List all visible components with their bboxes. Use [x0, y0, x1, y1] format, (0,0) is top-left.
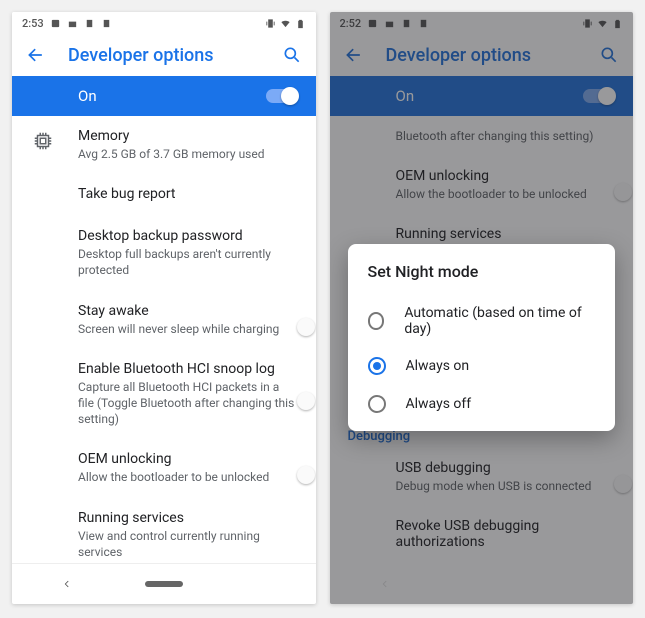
wifi-icon [280, 18, 291, 29]
item-subtitle: Avg 2.5 GB of 3.7 GB memory used [78, 146, 298, 162]
item-subtitle: Desktop full backups aren't currently pr… [78, 246, 298, 278]
status-icon [67, 18, 78, 29]
settings-item[interactable]: Enable Bluetooth HCI snoop log Capture al… [12, 349, 316, 440]
radio-button[interactable] [368, 395, 386, 413]
dialog-option[interactable]: Always on [368, 347, 596, 385]
master-toggle-label: On [78, 87, 97, 105]
item-title: Desktop backup password [78, 228, 298, 244]
clock: 2:53 [22, 17, 44, 30]
dialog-title: Set Night mode [368, 262, 596, 281]
phone-left: 2:53 Developer options On Memory Avg 2.5 … [12, 12, 316, 604]
back-arrow-icon[interactable] [26, 45, 46, 65]
item-title: Take bug report [78, 186, 298, 202]
master-switch[interactable] [266, 89, 298, 103]
option-label: Always off [406, 396, 472, 412]
item-title: OEM unlocking [78, 451, 298, 467]
battery-icon [295, 18, 306, 29]
status-icon [84, 18, 95, 29]
item-title: Memory [78, 128, 298, 144]
settings-item[interactable]: Take bug report [12, 174, 316, 216]
toolbar: Developer options [12, 34, 316, 76]
settings-item[interactable]: Stay awake Screen will never sleep while … [12, 291, 316, 349]
item-title: Stay awake [78, 303, 298, 319]
item-subtitle: Screen will never sleep while charging [78, 321, 298, 337]
item-subtitle: View and control currently running servi… [78, 528, 298, 560]
status-icon [101, 18, 112, 29]
night-mode-dialog: Set Night mode Automatic (based on time … [348, 244, 616, 431]
settings-item[interactable]: Memory Avg 2.5 GB of 3.7 GB memory used [12, 116, 316, 174]
item-title: Running services [78, 510, 298, 526]
item-title: Enable Bluetooth HCI snoop log [78, 361, 298, 377]
phone-right: 2:52 Developer options On Bluetooth afte… [330, 12, 634, 604]
status-icon [50, 18, 61, 29]
settings-item[interactable]: Desktop backup password Desktop full back… [12, 216, 316, 290]
option-label: Always on [406, 358, 470, 374]
nav-back-icon[interactable] [62, 579, 72, 589]
search-icon[interactable] [282, 45, 302, 65]
settings-item[interactable]: Running services View and control current… [12, 498, 316, 564]
nav-home-pill[interactable] [145, 581, 183, 587]
status-bar: 2:53 [12, 12, 316, 34]
radio-button[interactable] [368, 357, 386, 375]
option-label: Automatic (based on time of day) [404, 305, 595, 337]
radio-button[interactable] [368, 312, 385, 330]
memory-icon [32, 130, 54, 152]
dialog-option[interactable]: Always off [368, 385, 596, 423]
master-toggle-bar[interactable]: On [12, 76, 316, 116]
dialog-option[interactable]: Automatic (based on time of day) [368, 295, 596, 347]
item-subtitle: Allow the bootloader to be unlocked [78, 469, 298, 485]
item-subtitle: Capture all Bluetooth HCI packets in a f… [78, 379, 298, 428]
nav-bar [12, 563, 316, 604]
settings-list[interactable]: Memory Avg 2.5 GB of 3.7 GB memory used Ta… [12, 116, 316, 563]
page-title: Developer options [68, 45, 260, 66]
vibrate-icon [265, 18, 276, 29]
settings-item[interactable]: OEM unlocking Allow the bootloader to be … [12, 439, 316, 497]
